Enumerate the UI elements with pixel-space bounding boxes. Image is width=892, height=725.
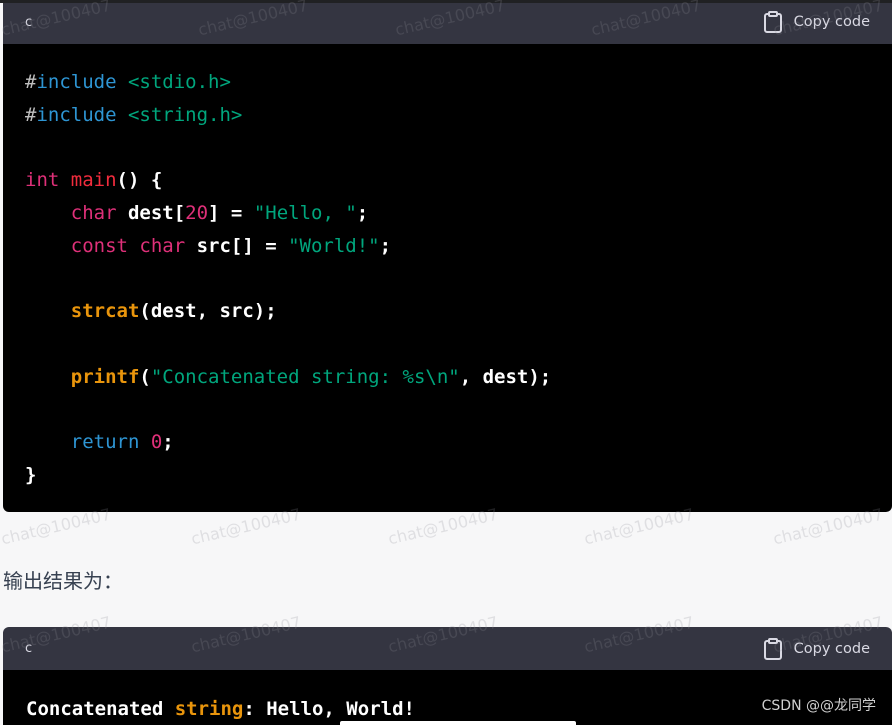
clipboard-icon: [761, 637, 785, 661]
code-block-header: c Copy code: [3, 0, 892, 44]
code-token-type: char: [25, 201, 128, 224]
copy-code-label: Copy code: [793, 14, 870, 30]
code-language-label: c: [25, 641, 33, 656]
code-token-keyword: include: [36, 70, 117, 93]
code-line: # include <stdio.h>: [25, 66, 870, 99]
code-token-plain: dest[: [127, 201, 186, 224]
code-line: # include <string.h>: [25, 98, 870, 131]
code-token-meta: #: [25, 70, 37, 93]
code-block-header: c Copy code: [3, 627, 892, 670]
clipboard-icon: [761, 10, 785, 34]
code-token-plain: ;: [162, 431, 174, 454]
code-token-plain: (dest, src);: [139, 300, 277, 323]
copy-code-button[interactable]: Copy code: [761, 10, 870, 34]
output-code-block: c Copy code Concatenated string : Hello,…: [3, 627, 892, 725]
code-token-keyword: return: [25, 431, 151, 454]
code-token-number: 20: [185, 201, 209, 224]
code-token-plain: Concatenated: [26, 698, 175, 720]
code-token-string: "Hello, ": [253, 201, 357, 224]
code-token-plain: , dest);: [459, 365, 552, 388]
code-token-function-name: main: [70, 169, 117, 192]
code-line: Concatenated string : Hello, World!: [26, 694, 869, 724]
code-token-plain: : Hello, World!: [243, 698, 415, 720]
bottom-white-bar: [340, 721, 576, 725]
code-token-string: <stdio.h>: [116, 70, 231, 93]
csdn-watermark: CSDN @@龙同学: [761, 698, 876, 714]
code-token-plain: () {: [116, 169, 163, 192]
code-token-plain: (: [139, 365, 151, 388]
code-body: # include <stdio.h> # include <string.h>…: [3, 44, 892, 512]
code-token-meta: #: [25, 103, 37, 126]
code-token-string: "World!": [288, 234, 380, 257]
code-token-type: const char: [25, 234, 197, 257]
code-line: return 0 ;: [25, 426, 870, 459]
code-token-string: "Concatenated string: %s\n": [150, 365, 460, 388]
code-token-builtin: printf: [25, 365, 140, 388]
code-line: }: [25, 459, 870, 492]
code-line: printf ( "Concatenated string: %s\n" , d…: [25, 360, 870, 393]
code-token-plain: ;: [356, 201, 369, 224]
code-line: const char src[] = "World!" ;: [25, 229, 870, 262]
code-token-plain: ] =: [208, 201, 254, 224]
copy-code-button[interactable]: Copy code: [761, 637, 870, 661]
code-line: strcat (dest, src);: [25, 295, 870, 328]
code-block: c Copy code # include <stdio.h> # includ…: [3, 0, 892, 512]
output-intro-text: 输出结果为：: [3, 569, 123, 593]
code-language-label: c: [25, 14, 33, 30]
code-token-plain: ;: [379, 234, 392, 257]
top-edge-strip: [0, 0, 892, 3]
code-token-number: 0: [150, 431, 163, 454]
code-token-builtin: strcat: [25, 300, 140, 323]
code-token-keyword: include: [36, 103, 117, 126]
code-line: int main () {: [25, 164, 870, 197]
code-body: Concatenated string : Hello, World!: [3, 670, 892, 725]
code-token-string: <string.h>: [116, 103, 243, 126]
code-token-builtin: string: [174, 698, 244, 720]
code-line: char dest[ 20 ] = "Hello, " ;: [25, 197, 870, 230]
code-token-plain: }: [25, 463, 37, 486]
code-token-type: int: [25, 169, 71, 192]
code-token-plain: src[] =: [196, 234, 289, 257]
copy-code-label: Copy code: [793, 640, 870, 657]
